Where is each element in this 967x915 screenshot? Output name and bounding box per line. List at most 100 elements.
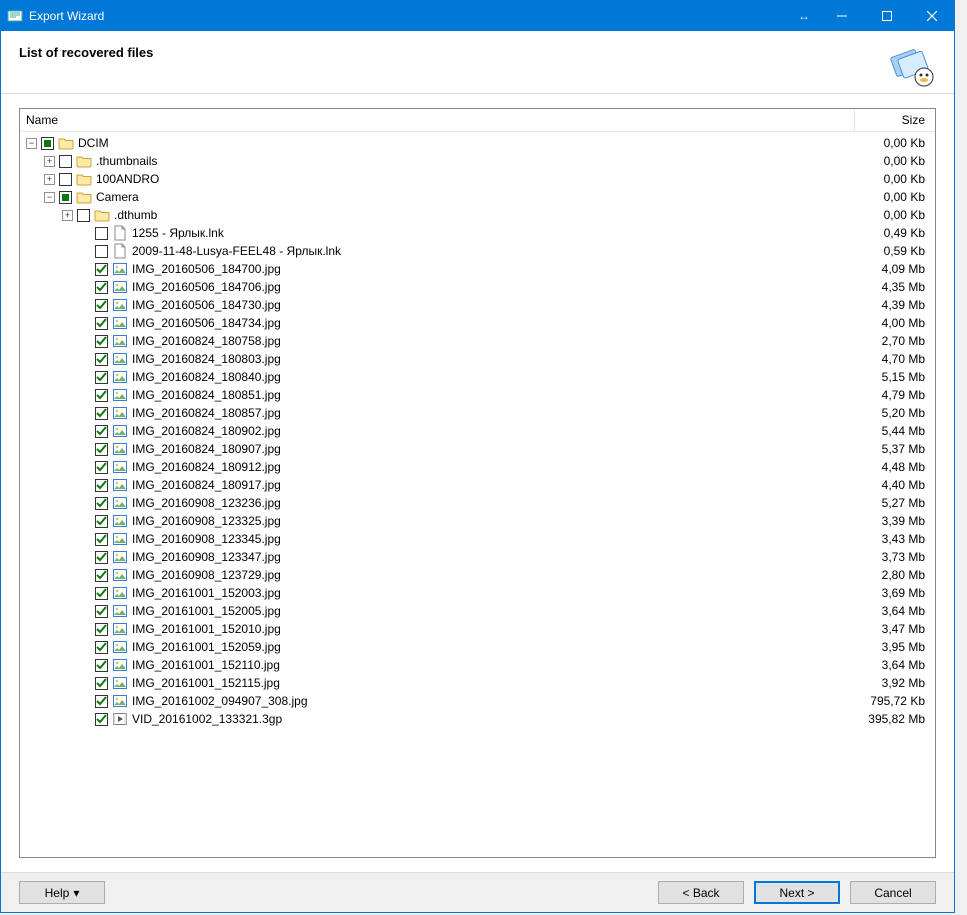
tree-row[interactable]: IMG_20160824_180851.jpg4,79 Mb [20, 386, 935, 404]
checkbox[interactable] [59, 173, 72, 186]
tree-row[interactable]: VID_20161002_133321.3gp395,82 Mb [20, 710, 935, 728]
tree-row[interactable]: IMG_20160824_180917.jpg4,40 Mb [20, 476, 935, 494]
file-icon [112, 225, 128, 241]
checkbox[interactable] [95, 263, 108, 276]
checkbox[interactable] [95, 425, 108, 438]
image-icon [112, 567, 128, 583]
image-icon [112, 441, 128, 457]
column-name[interactable]: Name [20, 109, 855, 131]
checkbox[interactable] [95, 569, 108, 582]
checkbox[interactable] [95, 533, 108, 546]
checkbox[interactable] [95, 443, 108, 456]
tree-row[interactable]: −DCIM0,00 Kb [20, 134, 935, 152]
tree-row[interactable]: IMG_20160908_123325.jpg3,39 Mb [20, 512, 935, 530]
tree-row[interactable]: IMG_20160506_184700.jpg4,09 Mb [20, 260, 935, 278]
item-size: 2,70 Mb [855, 334, 935, 348]
checkbox[interactable] [95, 713, 108, 726]
tree-row[interactable]: IMG_20160824_180840.jpg5,15 Mb [20, 368, 935, 386]
close-button[interactable] [909, 1, 954, 31]
tree-row[interactable]: 2009-11-48-Lusya-FEEL48 - Ярлык.lnk0,59 … [20, 242, 935, 260]
checkbox[interactable] [95, 677, 108, 690]
titlebar[interactable]: Export Wizard ↔ [1, 1, 954, 31]
checkbox[interactable] [95, 479, 108, 492]
maximize-button[interactable] [864, 1, 909, 31]
checkbox[interactable] [59, 155, 72, 168]
tree-row[interactable]: −Camera0,00 Kb [20, 188, 935, 206]
checkbox[interactable] [95, 371, 108, 384]
tree-row[interactable]: IMG_20160824_180907.jpg5,37 Mb [20, 440, 935, 458]
tree-row[interactable]: IMG_20160908_123345.jpg3,43 Mb [20, 530, 935, 548]
checkbox[interactable] [95, 515, 108, 528]
expand-icon[interactable]: + [62, 210, 73, 221]
image-icon [112, 423, 128, 439]
checkbox[interactable] [95, 497, 108, 510]
collapse-icon[interactable]: − [26, 138, 37, 149]
tree-row[interactable]: IMG_20160506_184730.jpg4,39 Mb [20, 296, 935, 314]
tree-row[interactable]: IMG_20160824_180803.jpg4,70 Mb [20, 350, 935, 368]
cancel-button[interactable]: Cancel [850, 881, 936, 904]
checkbox[interactable] [95, 659, 108, 672]
tree-row[interactable]: IMG_20160908_123729.jpg2,80 Mb [20, 566, 935, 584]
tree-row[interactable]: IMG_20160908_123236.jpg5,27 Mb [20, 494, 935, 512]
next-button[interactable]: Next > [754, 881, 840, 904]
image-icon [112, 387, 128, 403]
checkbox[interactable] [95, 227, 108, 240]
tree-row[interactable]: IMG_20161001_152005.jpg3,64 Mb [20, 602, 935, 620]
tree-row[interactable]: +.thumbnails0,00 Kb [20, 152, 935, 170]
tree-row[interactable]: 1255 - Ярлык.lnk0,49 Kb [20, 224, 935, 242]
expander-spacer [80, 444, 91, 455]
checkbox[interactable] [95, 605, 108, 618]
tree-row[interactable]: IMG_20160824_180758.jpg2,70 Mb [20, 332, 935, 350]
checkbox[interactable] [95, 353, 108, 366]
checkbox[interactable] [95, 695, 108, 708]
checkbox[interactable] [95, 551, 108, 564]
item-size: 3,39 Mb [855, 514, 935, 528]
checkbox[interactable] [95, 335, 108, 348]
checkbox[interactable] [95, 389, 108, 402]
column-size[interactable]: Size [855, 109, 935, 131]
tree-body[interactable]: −DCIM0,00 Kb+.thumbnails0,00 Kb+100ANDRO… [20, 132, 935, 857]
tree-column-header[interactable]: Name Size [20, 109, 935, 132]
checkbox[interactable] [95, 299, 108, 312]
tree-row[interactable]: IMG_20161001_152059.jpg3,95 Mb [20, 638, 935, 656]
tree-row[interactable]: IMG_20160908_123347.jpg3,73 Mb [20, 548, 935, 566]
checkbox[interactable] [95, 317, 108, 330]
tree-row[interactable]: IMG_20161002_094907_308.jpg795,72 Kb [20, 692, 935, 710]
tree-row[interactable]: IMG_20161001_152110.jpg3,64 Mb [20, 656, 935, 674]
expander-spacer [80, 336, 91, 347]
expander-spacer [80, 642, 91, 653]
tree-row[interactable]: IMG_20160824_180857.jpg5,20 Mb [20, 404, 935, 422]
checkbox[interactable] [95, 587, 108, 600]
tree-row[interactable]: IMG_20161001_152003.jpg3,69 Mb [20, 584, 935, 602]
collapse-icon[interactable]: − [44, 192, 55, 203]
checkbox[interactable] [95, 641, 108, 654]
back-button[interactable]: < Back [658, 881, 744, 904]
tree-row[interactable]: IMG_20161001_152010.jpg3,47 Mb [20, 620, 935, 638]
folder-icon [94, 207, 110, 223]
tree-row[interactable]: IMG_20160506_184734.jpg4,00 Mb [20, 314, 935, 332]
tree-row[interactable]: IMG_20160506_184706.jpg4,35 Mb [20, 278, 935, 296]
item-name: IMG_20160506_184734.jpg [132, 316, 855, 330]
checkbox[interactable] [95, 407, 108, 420]
image-icon [112, 333, 128, 349]
expand-icon[interactable]: + [44, 174, 55, 185]
minimize-button[interactable] [819, 1, 864, 31]
tree-row[interactable]: IMG_20160824_180902.jpg5,44 Mb [20, 422, 935, 440]
help-button[interactable]: Help ▾ [19, 881, 105, 904]
expander-spacer [80, 300, 91, 311]
checkbox[interactable] [77, 209, 90, 222]
checkbox[interactable] [95, 623, 108, 636]
checkbox[interactable] [95, 461, 108, 474]
item-size: 4,39 Mb [855, 298, 935, 312]
checkbox[interactable] [41, 137, 54, 150]
checkbox[interactable] [59, 191, 72, 204]
tree-row[interactable]: IMG_20160824_180912.jpg4,48 Mb [20, 458, 935, 476]
expander-spacer [80, 426, 91, 437]
tree-row[interactable]: IMG_20161001_152115.jpg3,92 Mb [20, 674, 935, 692]
expand-icon[interactable]: + [44, 156, 55, 167]
tree-row[interactable]: +.dthumb0,00 Kb [20, 206, 935, 224]
checkbox[interactable] [95, 281, 108, 294]
image-icon [112, 477, 128, 493]
tree-row[interactable]: +100ANDRO0,00 Kb [20, 170, 935, 188]
checkbox[interactable] [95, 245, 108, 258]
